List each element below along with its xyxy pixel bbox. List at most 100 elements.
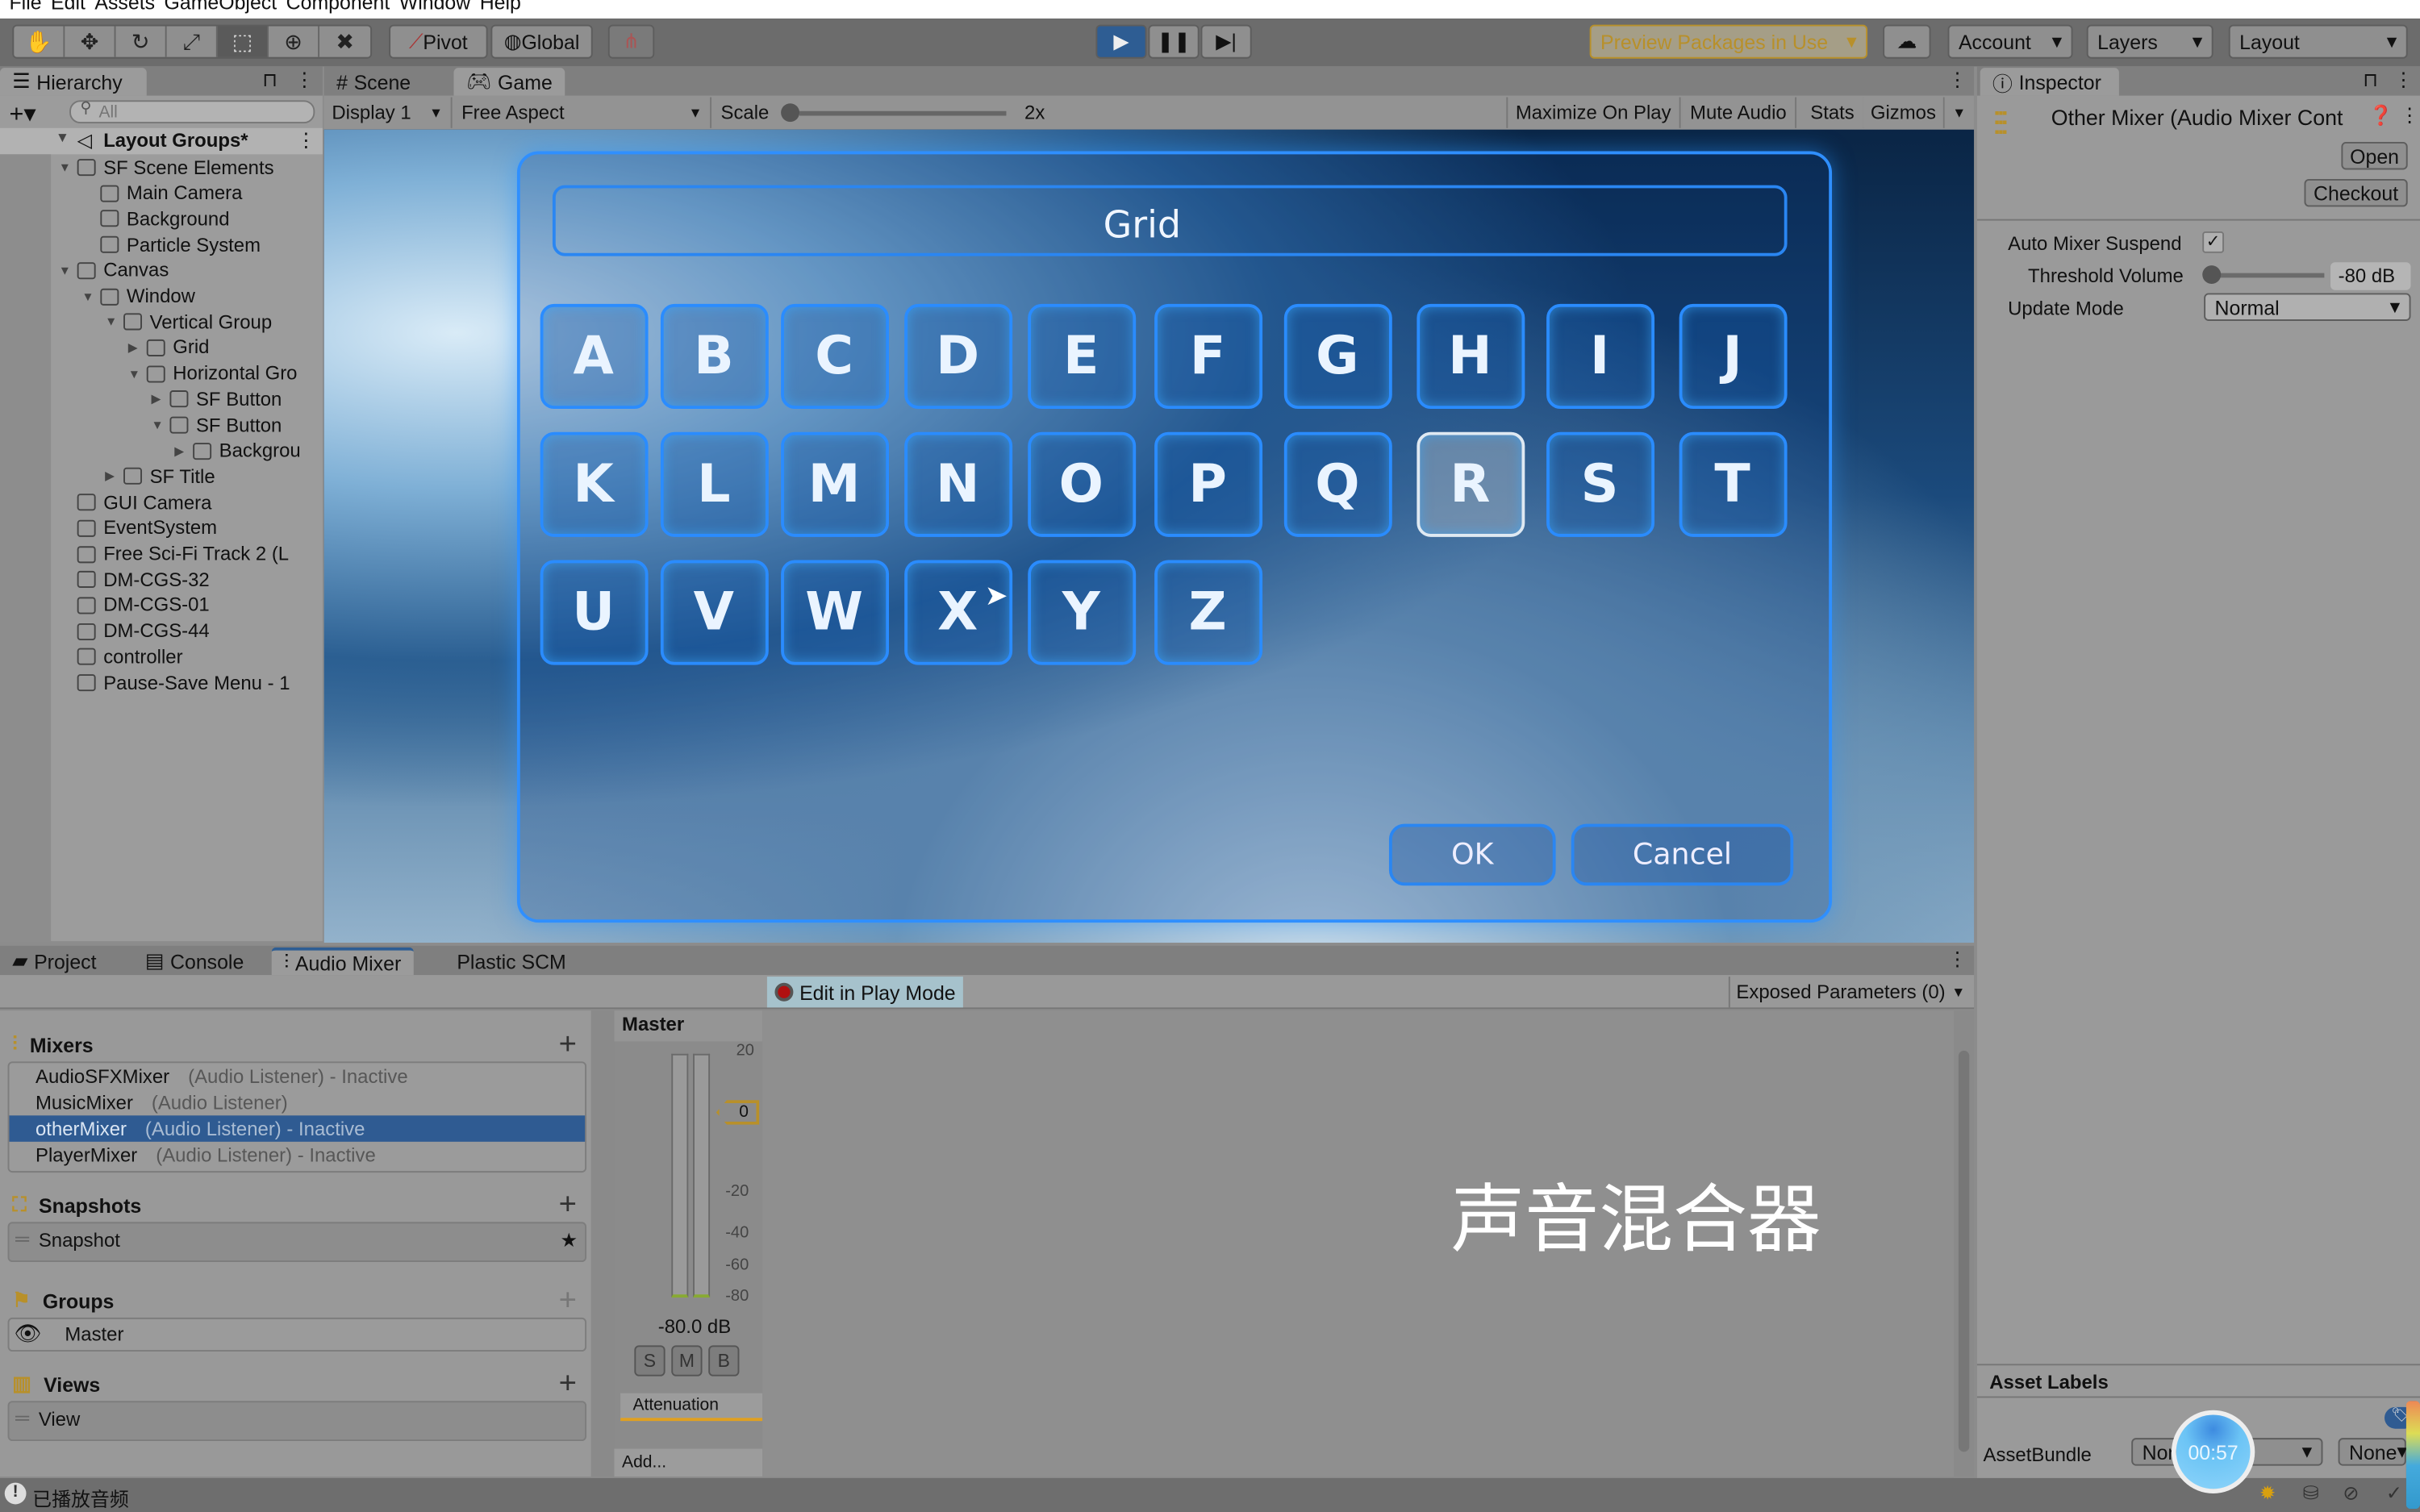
update-mode-dropdown[interactable]: Normal ▾	[2204, 293, 2411, 321]
play-button[interactable]: ▶	[1095, 24, 1147, 59]
hierarchy-search-input[interactable]	[69, 100, 315, 124]
preview-packages-button[interactable]: Preview Packages in Use ▾	[1589, 24, 1868, 59]
drag-handle-icon[interactable]: ═	[15, 1228, 29, 1250]
hierarchy-item[interactable]: Particle System	[81, 231, 261, 258]
recording-timer[interactable]: 00:57	[2171, 1410, 2255, 1494]
global-button[interactable]: ◍ Global	[490, 24, 593, 59]
edit-in-play-mode-toggle[interactable]: Edit in Play Mode	[766, 977, 963, 1008]
mixer-item[interactable]: MusicMixer (Audio Listener)	[9, 1089, 585, 1116]
attenuation-effect[interactable]: Attenuation	[620, 1393, 763, 1422]
gizmos-toggle[interactable]: Gizmos	[1863, 97, 1946, 128]
hierarchy-item[interactable]: ▼ SF Button	[152, 412, 282, 439]
hierarchy-item[interactable]: Background	[81, 206, 230, 232]
expand-arrow-icon[interactable]: ▼	[56, 130, 69, 145]
solo-button[interactable]: S	[634, 1345, 666, 1377]
menu-edit[interactable]: Edit	[51, 0, 86, 14]
bypass-button[interactable]: B	[708, 1345, 740, 1377]
letter-button-c[interactable]: C	[781, 303, 890, 410]
hierarchy-item[interactable]: Main Camera	[81, 180, 242, 206]
expand-arrow-icon[interactable]: ▼	[128, 367, 147, 381]
lock-icon[interactable]: ⊓	[262, 68, 277, 91]
cache-icon[interactable]: ⛁	[2303, 1481, 2319, 1505]
expand-arrow-icon[interactable]: ▼	[59, 160, 77, 174]
volume-fader[interactable]: 0	[716, 1100, 760, 1125]
rotate-icon[interactable]: ↻	[115, 26, 167, 57]
hierarchy-item[interactable]: DM-CGS-32	[59, 567, 210, 594]
letter-button-r[interactable]: R	[1417, 431, 1525, 537]
expand-arrow-icon[interactable]: ▶	[128, 341, 147, 355]
account-dropdown[interactable]: Account ▾	[1947, 24, 2073, 59]
tab-game[interactable]: 🎮︎ Game	[453, 68, 565, 96]
network-icon[interactable]: ⊘	[2343, 1481, 2359, 1505]
mute-audio-toggle[interactable]: Mute Audio	[1682, 97, 1796, 128]
hierarchy-item[interactable]: Pause-Save Menu - 1	[59, 669, 290, 696]
hierarchy-item[interactable]: controller	[59, 644, 183, 670]
drag-handle-icon[interactable]: ═	[15, 1407, 29, 1429]
hierarchy-item[interactable]: GUI Camera	[59, 489, 212, 516]
scrollbar-thumb[interactable]	[1958, 1050, 1970, 1452]
letter-button-y[interactable]: Y	[1028, 560, 1137, 665]
bug-icon[interactable]: ✹	[2259, 1481, 2276, 1505]
view-row[interactable]: ═ View	[7, 1401, 587, 1441]
pivot-button[interactable]: ⟋ Pivot	[389, 24, 488, 59]
hand-icon[interactable]: ✋	[14, 26, 65, 57]
hierarchy-item[interactable]: DM-CGS-01	[59, 592, 210, 619]
more-icon[interactable]: ⋮	[2393, 68, 2413, 91]
move-icon[interactable]: ✥	[65, 26, 116, 57]
expand-arrow-icon[interactable]: ▼	[81, 289, 100, 303]
tab-plastic-scm[interactable]: Plastic SCM	[444, 948, 578, 975]
letter-button-u[interactable]: U	[540, 560, 649, 665]
expand-arrow-icon[interactable]: ▶	[152, 393, 170, 406]
transform-icon[interactable]: ⊕	[268, 26, 320, 57]
hierarchy-item[interactable]: ▼ Window	[81, 283, 195, 310]
letter-button-g[interactable]: G	[1283, 303, 1392, 410]
snapshot-row[interactable]: ═ Snapshot ★	[7, 1222, 587, 1263]
more-icon[interactable]: ⋮	[1948, 948, 1967, 971]
tab-scene[interactable]: # Scene	[324, 68, 424, 95]
letter-button-p[interactable]: P	[1154, 431, 1263, 537]
letter-button-a[interactable]: A	[540, 303, 649, 410]
rect-icon[interactable]: ⬚	[217, 26, 269, 57]
hierarchy-item[interactable]: ▼ Canvas	[59, 257, 169, 284]
letter-button-s[interactable]: S	[1546, 431, 1655, 537]
help-icon[interactable]: ❓	[2369, 105, 2393, 128]
mixer-item[interactable]: AudioSFXMixer (Audio Listener) - Inactive	[9, 1063, 585, 1089]
star-icon[interactable]: ★	[561, 1228, 578, 1252]
menu-help[interactable]: Help	[480, 0, 521, 14]
vertical-scrollbar[interactable]	[1954, 1010, 1975, 1477]
group-row[interactable]: 👁︎ Master	[7, 1317, 587, 1352]
hierarchy-item[interactable]: ▶ Backgrou	[174, 438, 301, 464]
letter-button-e[interactable]: E	[1028, 303, 1137, 410]
exposed-parameters-dropdown[interactable]: Exposed Parameters (0) ▼	[1728, 977, 1972, 1008]
hierarchy-item[interactable]: ▶ SF Button	[152, 386, 282, 413]
status-message[interactable]: 已播放音频	[32, 1483, 129, 1512]
mixer-canvas[interactable]: 声音混合器	[762, 1010, 1955, 1477]
more-icon[interactable]: ⋮	[296, 128, 315, 152]
menu-assets[interactable]: Assets	[94, 0, 155, 14]
cancel-button[interactable]: Cancel	[1571, 823, 1794, 886]
hierarchy-item[interactable]: EventSystem	[59, 515, 217, 542]
add-group-button[interactable]: +	[559, 1285, 577, 1316]
hierarchy-item[interactable]: DM-CGS-44	[59, 618, 210, 644]
tab-hierarchy[interactable]: ☰ Hierarchy	[0, 68, 147, 96]
more-icon[interactable]: ⋮	[1948, 68, 1967, 91]
eye-icon[interactable]: 👁︎	[14, 1321, 41, 1347]
step-button[interactable]: ▶|	[1200, 24, 1252, 59]
game-viewport[interactable]: Grid ABCDEFGHIJKLMNOPQRSTUVWXYZ OK Cance…	[323, 129, 1975, 943]
threshold-slider[interactable]	[2211, 273, 2325, 278]
letter-button-n[interactable]: N	[904, 431, 1013, 537]
expand-arrow-icon[interactable]: ▼	[105, 315, 123, 329]
custom-tool-icon[interactable]: ✖	[319, 26, 371, 57]
add-effect-button[interactable]: Add...	[614, 1448, 763, 1477]
letter-button-o[interactable]: O	[1028, 431, 1137, 537]
hierarchy-item[interactable]: ▼ Horizontal Gro	[128, 360, 298, 387]
pause-button[interactable]: ❚❚	[1148, 24, 1200, 59]
tab-inspector[interactable]: ⓘ Inspector	[1980, 68, 2119, 96]
letter-button-q[interactable]: Q	[1283, 431, 1392, 537]
lock-icon[interactable]: ⊓	[2363, 68, 2378, 91]
tab-project[interactable]: ▰ Project	[0, 948, 109, 975]
layers-dropdown[interactable]: Layers ▾	[2086, 24, 2213, 59]
letter-button-v[interactable]: V	[660, 560, 769, 665]
expand-arrow-icon[interactable]: ▶	[105, 469, 123, 483]
letter-button-m[interactable]: M	[781, 431, 890, 537]
